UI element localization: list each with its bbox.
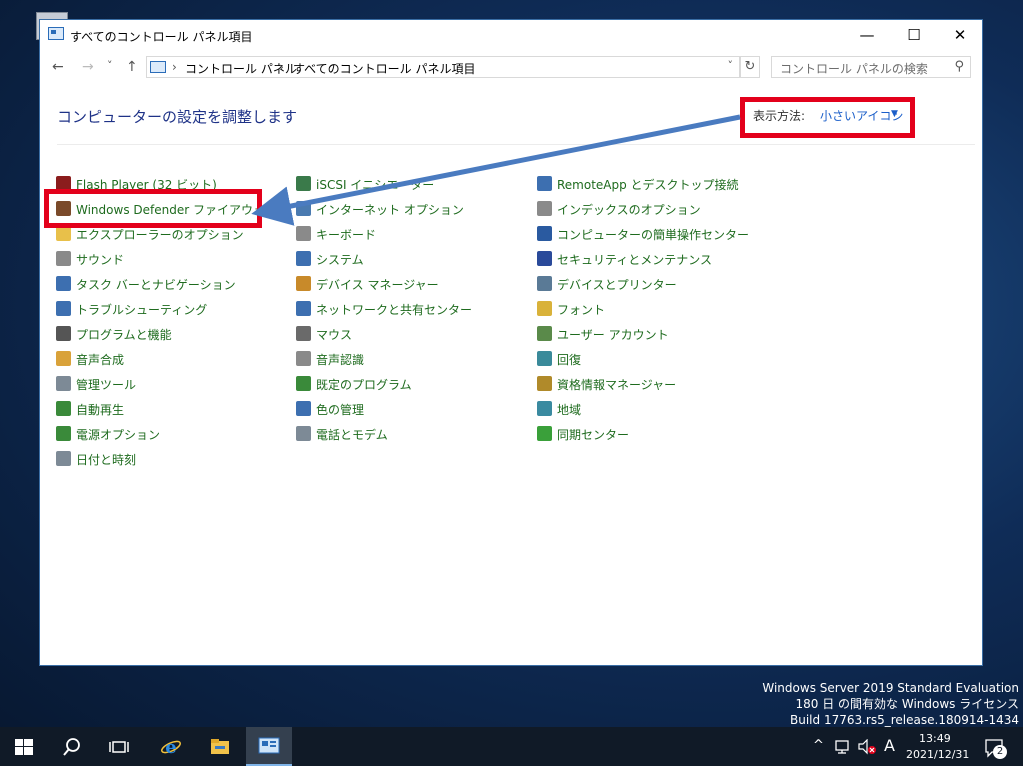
watermark-line: Build 17763.rs5_release.180914-1434	[790, 713, 1019, 727]
taskbar: e ^ A 13:49 2021/12/31 2	[0, 727, 1023, 766]
watermark-line: Windows Server 2019 Standard Evaluation	[762, 681, 1019, 695]
show-hidden-icons-button[interactable]: ^	[813, 738, 824, 753]
control-panel-icon	[258, 737, 280, 754]
control-panel-window: すべてのコントロール パネル項目 — ☐ ✕ ← → ˅ ↑ › コントロール …	[39, 19, 983, 666]
ime-indicator[interactable]: A	[884, 736, 895, 755]
search-icon[interactable]	[61, 736, 83, 758]
start-button-icon[interactable]	[13, 736, 35, 758]
file-explorer-icon[interactable]	[209, 736, 231, 758]
volume-muted-icon[interactable]	[857, 739, 877, 755]
notification-badge: 2	[993, 745, 1007, 759]
clock-date[interactable]: 2021/12/31	[906, 748, 969, 761]
network-icon[interactable]	[834, 739, 852, 755]
task-view-icon[interactable]	[108, 736, 130, 758]
annotation-arrow	[251, 114, 741, 226]
clock-time[interactable]: 13:49	[919, 732, 951, 745]
internet-explorer-icon[interactable]: e	[160, 736, 182, 758]
taskbar-control-panel-button[interactable]	[246, 727, 292, 766]
watermark-line: 180 日 の間有効な Windows ライセンス	[795, 697, 1020, 711]
evaluation-watermark: Windows Server 2019 Standard Evaluation …	[762, 680, 1019, 728]
svg-text:e: e	[165, 737, 176, 758]
